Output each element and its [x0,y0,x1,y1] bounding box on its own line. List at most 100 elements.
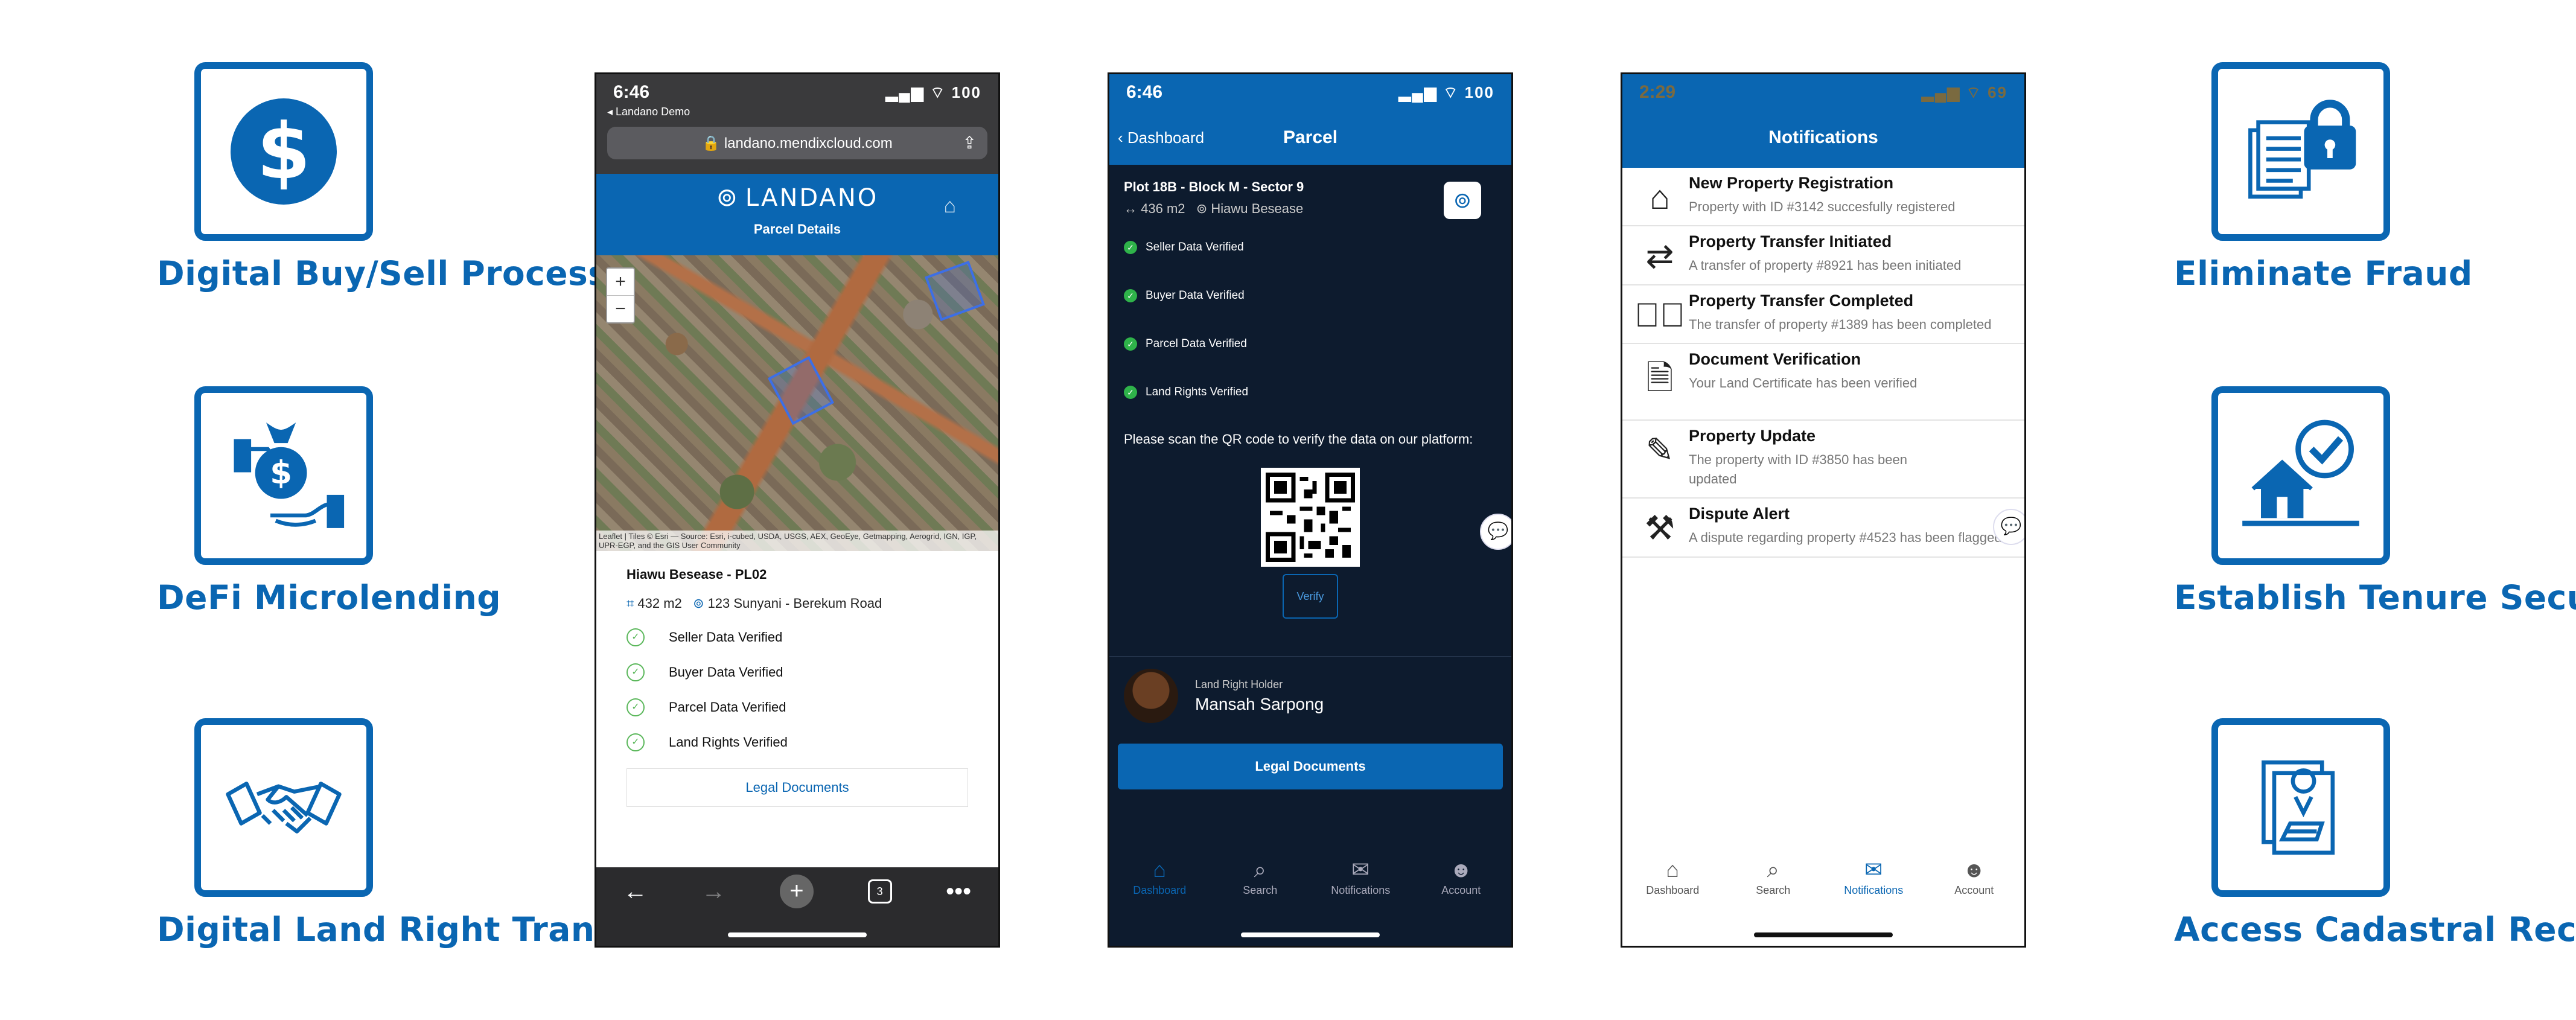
handshake-icon [194,718,373,897]
home-indicator [728,932,867,937]
location-pin-icon: ⊚ [693,596,704,611]
home-icon[interactable]: ⌂ [943,194,956,218]
feature-label: Digital Land Right Transfer [157,910,669,949]
parcel-polygon[interactable] [767,355,835,426]
parcel-road: 123 Sunyani - Berekum Road [707,596,882,611]
person-icon: ☻ [1449,857,1473,882]
status-icons: ▂▄▆ ⌔ 69 [1921,83,2007,101]
status-bar: 6:46 ▂▄▆ ⌔ 100 [1109,74,1511,110]
circle-check-icon: ✓⃝ [1634,296,1685,334]
notification-item[interactable]: ✎ Property Update The property with ID #3… [1622,421,2024,499]
notification-item[interactable]: ⌂ New Property Registration Property with… [1622,168,2024,226]
notification-item[interactable]: ✓⃝ Property Transfer Completed The transf… [1622,285,2024,344]
back-to-app-link[interactable]: ◂ Landano Demo [596,106,998,118]
bottom-tab-bar: ⌂ Dashboard ⌕ Search ✉ Notifications ☻ Accou… [1109,855,1511,922]
notification-item[interactable]: ⚒ Dispute Alert A dispute regarding prope… [1622,499,2024,558]
verification-item: ✓ Land Rights Verified [1124,386,1497,399]
more-dots-icon[interactable]: ••• [946,878,971,905]
map-pin-button[interactable]: ⊚ [1444,182,1481,219]
new-tab-plus-icon[interactable]: + [779,875,814,908]
check-circle-icon: ✓ [626,698,645,716]
land-right-holder: Land Right Holder Mansah Sarpong [1109,656,1511,735]
home-indicator [1754,932,1893,937]
address-bar[interactable]: 🔒 landano.mendixcloud.com ⇪ [607,127,987,159]
verification-item: ✓ Parcel Data Verified [1124,337,1497,351]
chat-bubble-icon[interactable]: 💬 [1993,509,2024,545]
app-header: 6:46 ▂▄▆ ⌔ 100 ‹ Dashboard Parcel [1109,74,1511,165]
verification-item: ✓ Buyer Data Verified [1124,289,1497,302]
bottom-tab-bar: ⌂ Dashboard ⌕ Search ✉ Notifications ☻ Accou… [1622,855,2024,922]
green-check-icon: ✓ [1124,386,1137,399]
tab-switcher-button[interactable]: 3 [867,879,892,904]
url-text: 🔒 landano.mendixcloud.com [702,135,893,151]
back-button[interactable]: ‹ Dashboard [1118,129,1204,147]
parcel-meta: ⌗ 432 m2 ⊚ 123 Sunyani - Berekum Road [626,596,968,611]
plot-meta: ↔ 436 m2 ⊚ Hiawu Besease [1124,201,1304,216]
green-check-icon: ✓ [1124,289,1137,302]
area-icon: ⌗ [626,596,634,611]
app-header: ⊚ LANDANO ⌂ Parcel Details [596,174,998,255]
feature-establish-tenure-security: Establish Tenure Security [2174,386,2576,617]
app-header: 2:29 ▂▄▆ ⌔ 69 Notifications [1622,74,2024,168]
tab-search[interactable]: ⌕ Search [1731,855,1816,922]
forward-arrow-icon[interactable]: → [701,878,725,905]
brand-logo: ⊚ LANDANO [596,174,998,212]
location-pin-icon: ⊚ [716,182,739,212]
green-check-icon: ✓ [1124,337,1137,351]
tab-dashboard[interactable]: ⌂ Dashboard [1117,855,1202,922]
page-title: Parcel Details [753,222,841,237]
status-time: 2:29 [1639,82,1676,102]
feature-label: Eliminate Fraud [2174,254,2473,293]
zoom-control: + − [606,267,635,324]
back-arrow-icon[interactable]: ← [623,878,648,905]
document-check-icon: 🗎 [1646,359,1674,397]
status-time: 6:46 [613,82,650,102]
location-pin-icon: ⊚ [1196,201,1211,216]
notification-item[interactable]: ⇄ Property Transfer Initiated A transfer … [1622,226,2024,285]
status-icons: ▂▄▆ ⌔ 100 [1398,83,1494,101]
verification-item: ✓ Seller Data Verified [1124,241,1497,254]
feature-eliminate-fraud: Eliminate Fraud [2174,62,2473,293]
tab-notifications[interactable]: ✉ Notifications [1831,855,1916,922]
satellite-map[interactable]: + − Leaflet | Tiles © Esri — Source: Esr… [596,255,998,551]
feature-label: Digital Buy/Sell Process [157,254,608,293]
parcel-area: 432 m2 [637,596,682,611]
legal-documents-button[interactable]: Legal Documents [1118,744,1503,789]
chevron-left-icon: ‹ [1118,128,1127,147]
legal-documents-button[interactable]: Legal Documents [626,768,968,807]
search-icon: ⌕ [1254,857,1266,882]
tab-account[interactable]: ☻ Account [1419,855,1503,922]
envelope-icon: ✉ [1864,857,1883,882]
browser-toolbar: ← → + 3 ••• [596,867,998,946]
phone-notifications: 2:29 ▂▄▆ ⌔ 69 Notifications ⌂ New Proper… [1621,72,2026,948]
search-icon: ⌕ [1767,857,1779,882]
scan-instructions: Please scan the QR code to verify the da… [1124,432,1473,447]
area-arrows-icon: ↔ [1124,201,1141,216]
verify-button[interactable]: Verify [1283,574,1338,619]
map-document-icon [2211,718,2390,897]
home-icon: ⌂ [1666,857,1680,882]
tab-search[interactable]: ⌕ Search [1218,855,1302,922]
feature-access-cadastral-records: Access Cadastral Records [2174,718,2576,949]
status-time: 6:46 [1126,82,1163,102]
check-circle-icon: ✓ [626,628,645,646]
tab-notifications[interactable]: ✉ Notifications [1318,855,1403,922]
status-bar: 6:46 ▂▄▆ ⌔ 100 [596,74,998,110]
parcel-polygon[interactable] [925,261,985,321]
page-title: Notifications [1768,127,1878,147]
chat-bubble-icon[interactable]: 💬 [1480,514,1511,550]
plot-title: Plot 18B - Block M - Sector 9 [1124,179,1304,194]
zoom-out-button[interactable]: − [607,295,634,322]
tab-account[interactable]: ☻ Account [1932,855,2016,922]
feature-label: Establish Tenure Security [2174,578,2576,617]
notification-item[interactable]: 🗎 Document Verification Your Land Certifi… [1622,344,2024,421]
feature-digital-buy-sell: $ Digital Buy/Sell Process [157,62,608,293]
nav-bar: ‹ Dashboard Parcel [1109,110,1511,165]
avatar [1124,669,1178,723]
zoom-in-button[interactable]: + [607,269,634,295]
share-icon[interactable]: ⇪ [963,133,977,153]
money-bag-hand-icon: $ [194,386,373,565]
transfer-arrows-icon: ⇄ [1645,237,1674,275]
parcel-title: Hiawu Besease - PL02 [626,567,767,582]
tab-dashboard[interactable]: ⌂ Dashboard [1630,855,1715,922]
